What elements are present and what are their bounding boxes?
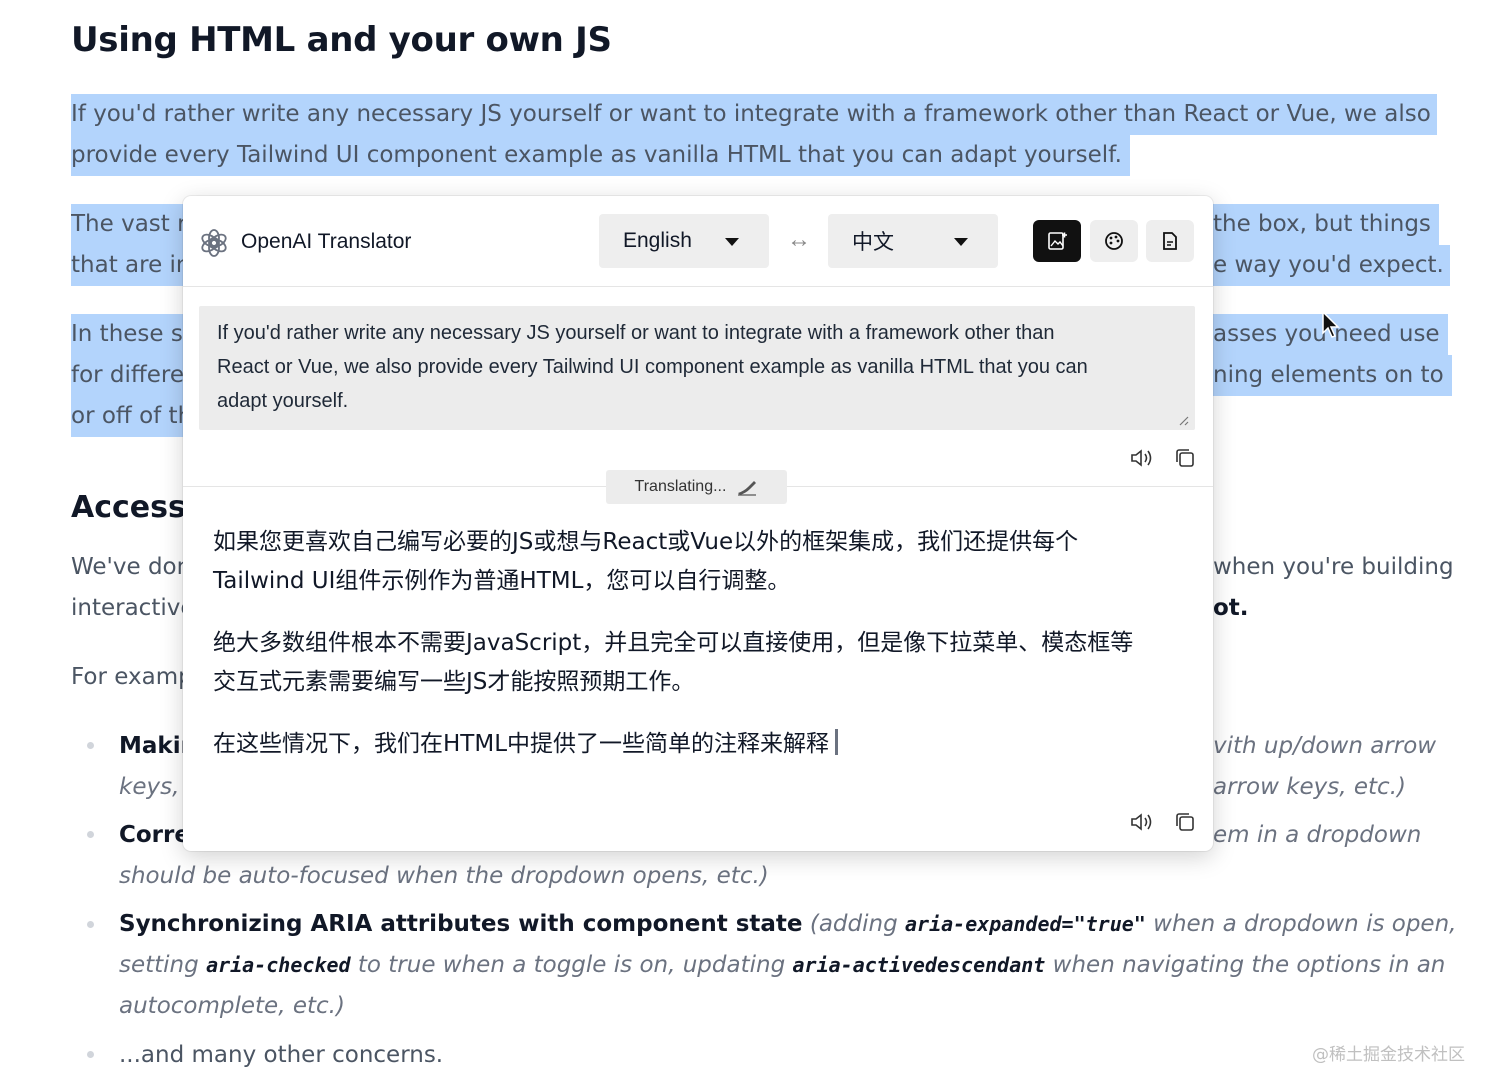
list3-code-activedescendant: aria-activedescendant <box>792 953 1046 977</box>
para2-right-line2: e way you'd expect. <box>1213 245 1450 286</box>
writing-hand-icon <box>738 481 757 496</box>
para1-line1: If you'd rather write any necessary JS y… <box>71 94 1437 135</box>
output-p3-line1: 在这些情况下，我们在HTML中提供了一些简单的注释来解释 <box>213 724 839 758</box>
list-bullet <box>87 921 94 928</box>
list3-text-b: when a dropdown is open, <box>1145 911 1457 937</box>
list3-text-d: to true when a toggle is on, updating <box>350 952 793 978</box>
chevron-down-icon <box>954 238 968 246</box>
source-language-value: English <box>623 229 692 252</box>
openai-logo-icon <box>201 229 227 257</box>
para4-left-line1: We've don <box>71 554 183 580</box>
list3-line2: setting aria-checked to true when a togg… <box>119 945 1445 986</box>
list1-right-line2: arrow keys, etc.) <box>1213 774 1406 800</box>
list3-line3: autocomplete, etc.) <box>119 993 345 1019</box>
list3-code-expanded: aria-expanded="true" <box>905 912 1146 936</box>
output-p1-line1: 如果您更喜欢自己编写必要的JS或想与React或Vue以外的框架集成，我们还提供… <box>213 529 1079 555</box>
list1-left-line2: keys, <box>119 774 180 800</box>
list2-left-strong: Corre <box>119 822 183 848</box>
para3-left-line1: In these s <box>71 314 183 355</box>
mouse-cursor-icon <box>1322 311 1340 338</box>
para4-left-line2: interactive <box>71 595 183 621</box>
list3-text-c: setting <box>119 952 207 978</box>
translating-status-text: Translating... <box>634 478 727 495</box>
list3-text-a: (adding <box>802 911 905 937</box>
para3-left-line3: or off of th <box>71 396 183 437</box>
list1-right-line1: vith up/down arrow <box>1213 733 1437 759</box>
page-heading: Using HTML and your own JS <box>71 20 612 60</box>
translator-title: OpenAI Translator <box>241 230 412 253</box>
theme-button[interactable] <box>1090 220 1138 262</box>
header-divider <box>183 286 1213 287</box>
para3-right-line2: ning elements on to <box>1213 355 1452 396</box>
swap-languages-button[interactable]: ↔ <box>787 226 811 254</box>
source-text-line2: React or Vue, we also provide every Tail… <box>217 356 1088 378</box>
target-language-value: 中文 <box>852 231 894 254</box>
source-text-input[interactable]: If you'd rather write any necessary JS y… <box>199 306 1195 430</box>
output-p2-line1: 绝大多数组件根本不需要JavaScript，并且完全可以直接使用，但是像下拉菜单… <box>213 630 1134 656</box>
list-bullet <box>87 1051 94 1058</box>
para4-right-line2: ot. <box>1213 595 1249 621</box>
chevron-down-icon <box>725 238 739 246</box>
para2-left-line1: The vast r <box>71 204 183 245</box>
source-language-select[interactable]: English <box>599 214 769 268</box>
list3-code-checked: aria-checked <box>206 953 351 977</box>
list3-strong: Synchronizing ARIA attributes with compo… <box>119 911 803 937</box>
source-text-line1: If you'd rather write any necessary JS y… <box>217 322 1055 344</box>
watermark: @稀土掘金技术社区 <box>1312 1045 1465 1065</box>
speaker-icon[interactable] <box>1130 811 1154 833</box>
section-heading: Access <box>71 490 183 525</box>
document-icon <box>1163 232 1177 250</box>
speaker-icon[interactable] <box>1130 447 1154 469</box>
list2-right-line1: em in a dropdown <box>1213 822 1422 848</box>
para2-right-line1: the box, but things <box>1213 204 1439 245</box>
para4-right-line1: when you're building <box>1213 554 1454 580</box>
output-p3-text: 在这些情况下，我们在HTML中提供了一些简单的注释来解释 <box>213 731 830 757</box>
source-text-line3: adapt yourself. <box>217 390 349 412</box>
list3-text-e: when navigating the options in an <box>1045 952 1446 978</box>
translator-popup: OpenAI Translator English ↔ 中文 If you'd … <box>183 196 1213 851</box>
settings-button[interactable] <box>1146 220 1194 262</box>
output-p2-line2: 交互式元素需要编写一些JS才能按照预期工作。 <box>213 669 695 695</box>
list-bullet <box>87 742 94 749</box>
list2-line2: should be auto-focused when the dropdown… <box>119 863 769 889</box>
para3-left-line2: for differe <box>71 355 183 396</box>
list4-text: ...and many other concerns. <box>119 1042 444 1068</box>
translating-status-badge: Translating... <box>606 470 787 504</box>
copy-icon[interactable] <box>1174 811 1196 833</box>
target-language-select[interactable]: 中文 <box>828 214 998 268</box>
list3-line1: Synchronizing ARIA attributes with compo… <box>119 904 1456 945</box>
para2-left-line2: that are in <box>71 245 183 286</box>
palette-icon <box>1105 232 1123 250</box>
copy-icon[interactable] <box>1174 447 1196 469</box>
typing-caret <box>835 729 839 755</box>
output-p1-line2: Tailwind UI组件示例作为普通HTML，您可以自行调整。 <box>213 568 791 594</box>
list-bullet <box>87 831 94 838</box>
resize-handle-icon[interactable] <box>1177 414 1189 426</box>
list1-left-strong: Makin <box>119 733 183 759</box>
para5-left: For examp <box>71 664 183 690</box>
translate-image-button[interactable] <box>1033 220 1081 262</box>
para1-line2: provide every Tailwind UI component exam… <box>71 135 1130 176</box>
image-plus-icon <box>1048 232 1067 250</box>
